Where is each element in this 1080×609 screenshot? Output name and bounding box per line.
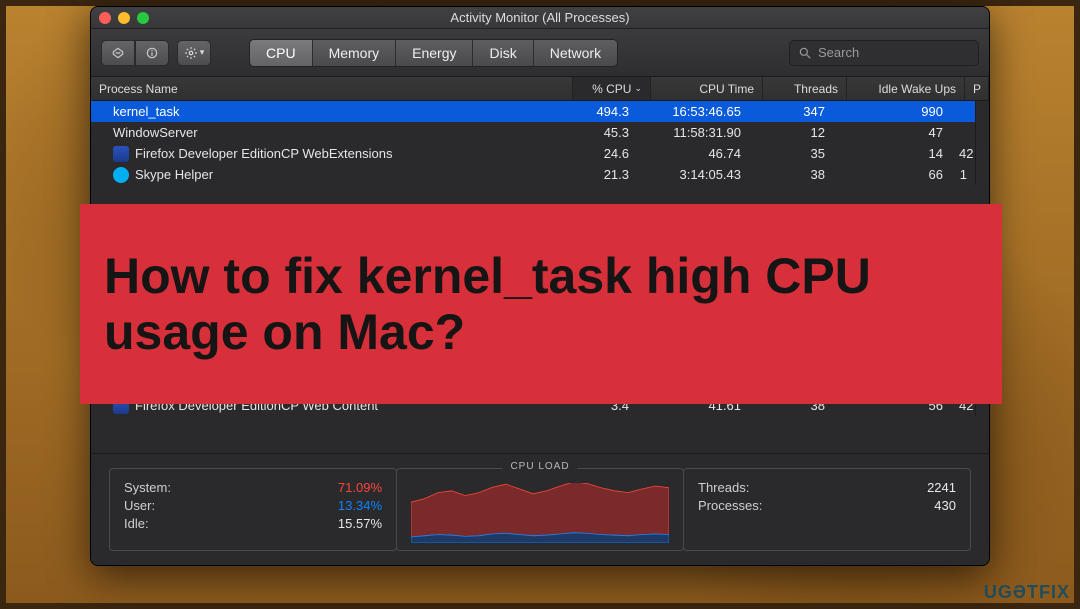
stat-label: Processes: [698,498,762,513]
minimize-icon[interactable] [118,12,130,24]
cell-threads: 38 [749,167,833,182]
tab-network[interactable]: Network [534,40,617,66]
cell-wakeups: 14 [833,146,951,161]
stat-label: Idle: [124,516,149,531]
col-wakeups[interactable]: Idle Wake Ups [847,77,965,100]
cell-cpu: 45.3 [559,125,637,140]
process-table: kernel_task 494.316:53:46.65347990 WindowS… [91,101,975,185]
stat-value: 71.09% [338,480,382,495]
process-name: kernel_task [113,104,179,119]
cell-time: 11:58:31.90 [637,125,749,140]
cell-wakeups: 66 [833,167,951,182]
search-input[interactable]: Search [789,40,979,66]
stop-process-button[interactable] [101,40,135,66]
options-button[interactable]: ▾ [177,40,211,66]
info-icon [145,46,159,60]
headline-text: How to fix kernel_task high CPU usage on… [104,248,978,360]
cell-time: 46.74 [637,146,749,161]
tab-segmented-control: CPUMemoryEnergyDiskNetwork [249,39,618,67]
stat-value: 2241 [927,480,956,495]
window-title: Activity Monitor (All Processes) [450,10,629,25]
cell-threads: 347 [749,104,833,119]
cell-threads: 35 [749,146,833,161]
cell-cpu: 24.6 [559,146,637,161]
scrollbar[interactable] [975,101,989,185]
process-name: WindowServer [113,125,198,140]
app-icon [113,146,129,162]
stat-value: 430 [934,498,956,513]
tab-memory[interactable]: Memory [313,40,397,66]
col-extra[interactable]: P [965,77,989,100]
stat-label: User: [124,498,155,513]
cell-extra: 1 [951,167,975,182]
cpu-load-chart-box: CPU LOAD [396,468,684,551]
cell-threads: 12 [749,125,833,140]
search-icon [798,46,812,60]
headline-overlay: How to fix kernel_task high CPU usage on… [80,204,1002,404]
col-process-name[interactable]: Process Name [91,77,573,100]
chevron-down-icon: ▾ [200,47,205,58]
cell-wakeups: 990 [833,104,951,119]
watermark: UGƏTFIX [984,582,1070,603]
cpu-load-chart [411,483,669,543]
stat-label: Threads: [698,480,749,495]
search-placeholder: Search [818,45,859,60]
col-threads[interactable]: Threads [763,77,847,100]
stat-value: 15.57% [338,516,382,531]
toolbar: ▾ CPUMemoryEnergyDiskNetwork Search [91,29,989,77]
col-cpu-time[interactable]: CPU Time [651,77,763,100]
col-cpu[interactable]: % CPU⌄ [573,77,651,100]
table-header: Process Name % CPU⌄ CPU Time Threads Idl… [91,77,989,101]
chart-title: CPU LOAD [502,461,577,472]
cell-cpu: 21.3 [559,167,637,182]
cell-time: 3:14:05.43 [637,167,749,182]
tab-cpu[interactable]: CPU [250,40,313,66]
tab-energy[interactable]: Energy [396,40,473,66]
sort-desc-icon: ⌄ [634,83,642,94]
cell-extra: 42 [951,146,975,161]
close-icon[interactable] [99,12,111,24]
table-row[interactable]: Skype Helper 21.33:14:05.4338661 [91,164,975,185]
table-row[interactable]: Firefox Developer EditionCP WebExtension… [91,143,975,164]
process-name: Firefox Developer EditionCP WebExtension… [135,146,392,161]
zoom-icon[interactable] [137,12,149,24]
cpu-summary-panel: System: 71.09% User: 13.34% Idle: 15.57% CPU … [91,453,989,565]
cpu-usage-box: System: 71.09% User: 13.34% Idle: 15.57% [109,468,397,551]
cell-time: 16:53:46.65 [637,104,749,119]
stop-icon [111,46,125,60]
stat-value: 13.34% [338,498,382,513]
stat-label: System: [124,480,171,495]
app-icon [113,167,129,183]
table-row[interactable]: WindowServer 45.311:58:31.901247 [91,122,975,143]
titlebar[interactable]: Activity Monitor (All Processes) [91,7,989,29]
inspect-process-button[interactable] [135,40,169,66]
cell-wakeups: 47 [833,125,951,140]
tab-disk[interactable]: Disk [473,40,533,66]
cpu-counts-box: Threads: 2241 Processes: 430 [683,468,971,551]
cell-cpu: 494.3 [559,104,637,119]
gear-icon [184,46,198,60]
process-name: Skype Helper [135,167,213,182]
table-row[interactable]: kernel_task 494.316:53:46.65347990 [91,101,975,122]
traffic-lights [99,12,149,24]
